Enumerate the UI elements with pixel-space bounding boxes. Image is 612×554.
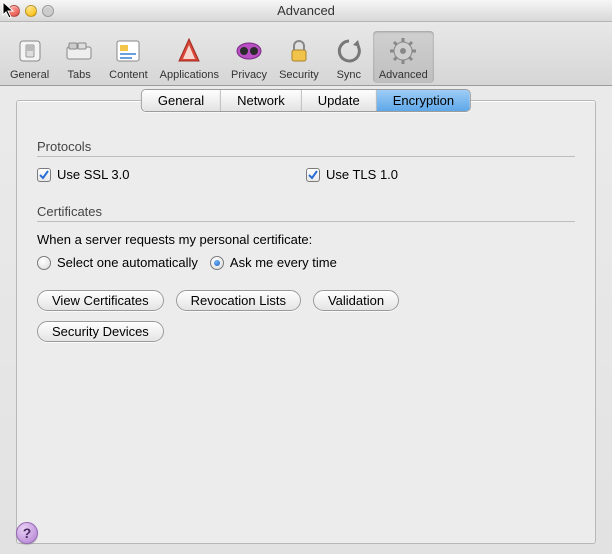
radio-ask-every-time[interactable]: Ask me every time [210, 255, 337, 270]
switch-icon [14, 35, 46, 67]
button-label: View Certificates [52, 293, 149, 308]
toolbar-item-advanced[interactable]: Advanced [373, 31, 434, 83]
gear-icon [387, 35, 419, 67]
subtab-general[interactable]: General [142, 90, 221, 111]
toolbar-label: Applications [160, 69, 219, 81]
validation-button[interactable]: Validation [313, 290, 399, 311]
button-label: Security Devices [52, 324, 149, 339]
preferences-window: Advanced General Tabs Content Applicati [0, 0, 612, 554]
divider [37, 221, 575, 222]
radio-checked-icon [210, 256, 224, 270]
revocation-lists-button[interactable]: Revocation Lists [176, 290, 301, 311]
subtab-label: Update [318, 93, 360, 108]
divider [37, 156, 575, 157]
protocols-heading: Protocols [37, 139, 575, 154]
checkbox-checked-icon [306, 168, 320, 182]
toolbar-label: Advanced [379, 69, 428, 81]
subtab-update[interactable]: Update [302, 90, 377, 111]
toolbar-label: Security [279, 69, 319, 81]
button-label: Revocation Lists [191, 293, 286, 308]
advanced-panel: General Network Update Encryption Protoc… [16, 100, 596, 544]
radio-select-auto[interactable]: Select one automatically [37, 255, 198, 270]
toolbar-label: Tabs [68, 69, 91, 81]
subtabs: General Network Update Encryption [141, 89, 471, 112]
applications-icon [173, 35, 205, 67]
subtab-encryption[interactable]: Encryption [377, 90, 470, 111]
privacy-icon [233, 35, 265, 67]
toolbar-label: Content [109, 69, 148, 81]
toolbar-label: Sync [337, 69, 361, 81]
subtab-label: Encryption [393, 93, 454, 108]
radio-unchecked-icon [37, 256, 51, 270]
content-icon [112, 35, 144, 67]
traffic-lights [8, 5, 54, 17]
window-title: Advanced [0, 3, 612, 18]
toolbar-label: Privacy [231, 69, 267, 81]
lock-icon [283, 35, 315, 67]
toolbar-item-sync[interactable]: Sync [325, 31, 373, 83]
certificates-desc: When a server requests my personal certi… [37, 232, 575, 247]
toolbar-item-content[interactable]: Content [103, 31, 154, 83]
subtab-label: General [158, 93, 204, 108]
titlebar: Advanced [0, 0, 612, 22]
ssl-checkbox-row[interactable]: Use SSL 3.0 [37, 167, 306, 182]
toolbar-item-applications[interactable]: Applications [154, 31, 225, 83]
minimize-window-button[interactable] [25, 5, 37, 17]
help-icon: ? [23, 525, 32, 541]
toolbar-item-privacy[interactable]: Privacy [225, 31, 273, 83]
checkbox-checked-icon [37, 168, 51, 182]
toolbar-item-tabs[interactable]: Tabs [55, 31, 103, 83]
ssl-label: Use SSL 3.0 [57, 167, 130, 182]
tls-label: Use TLS 1.0 [326, 167, 398, 182]
tls-checkbox-row[interactable]: Use TLS 1.0 [306, 167, 575, 182]
toolbar: General Tabs Content Applications Privac… [0, 22, 612, 86]
radio-auto-label: Select one automatically [57, 255, 198, 270]
toolbar-item-security[interactable]: Security [273, 31, 325, 83]
toolbar-label: General [10, 69, 49, 81]
view-certificates-button[interactable]: View Certificates [37, 290, 164, 311]
tabs-icon [63, 35, 95, 67]
content-area: General Network Update Encryption Protoc… [0, 86, 612, 554]
subtab-label: Network [237, 93, 285, 108]
zoom-window-button[interactable] [42, 5, 54, 17]
help-button[interactable]: ? [16, 522, 38, 544]
security-devices-button[interactable]: Security Devices [37, 321, 164, 342]
button-label: Validation [328, 293, 384, 308]
sync-icon [333, 35, 365, 67]
subtab-network[interactable]: Network [221, 90, 302, 111]
radio-ask-label: Ask me every time [230, 255, 337, 270]
toolbar-item-general[interactable]: General [4, 31, 55, 83]
certificates-heading: Certificates [37, 204, 575, 219]
close-window-button[interactable] [8, 5, 20, 17]
